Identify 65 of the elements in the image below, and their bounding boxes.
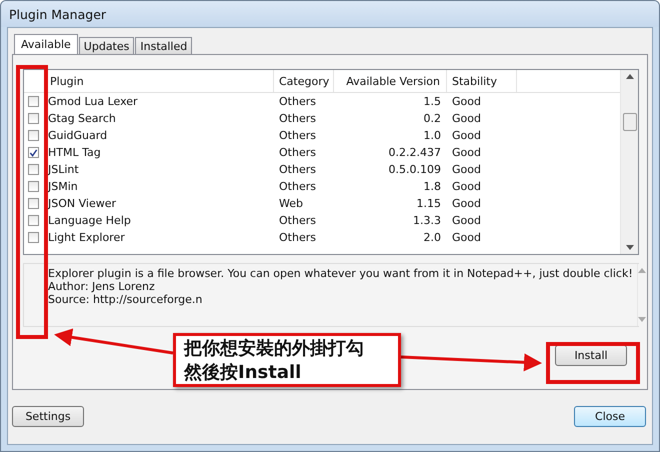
plugin-name: GuidGuard [48,129,108,142]
checkbox[interactable] [28,232,39,243]
description-line: Author: Jens Lorenz [48,280,155,293]
scroll-down-icon[interactable] [626,245,634,250]
table-cell-text: Good [451,146,482,159]
table-cell-text: Good [451,163,482,176]
plugin-name: Gtag Search [48,112,116,125]
table-cell-text: 0.2 [422,112,442,125]
table-cell-text: 1.0 [422,129,442,142]
checkbox[interactable] [28,181,39,192]
plugin-name: Language Help [48,214,131,227]
checkbox[interactable] [28,215,39,226]
table-cell-text: 0.2.2.437 [388,146,442,159]
plugin-name: Light Explorer [48,231,125,244]
scroll-thumb[interactable] [622,113,636,131]
plugin-name: JSON Viewer [48,197,116,210]
column-header[interactable]: Available Version [334,70,447,92]
table-cell-text: Good [451,180,482,193]
table-cell-text: 2.0 [422,231,442,244]
description-line: Source: http://sourceforge.n [48,293,202,306]
table-cell-text: Good [451,197,482,210]
settings-button[interactable]: Settings [12,406,84,427]
table-cell-text: Others [278,146,317,159]
checkbox[interactable] [28,96,39,107]
close-button[interactable]: Close [574,406,646,427]
checkbox[interactable] [28,130,39,141]
plugin-name: Gmod Lua Lexer [48,95,138,108]
table-cell-text: Good [451,231,482,244]
table-cell-text: Others [278,129,317,142]
checkbox[interactable] [28,164,39,175]
table-cell-text: Others [278,95,317,108]
description-line: Explorer plugin is a file browser. You can open whatever you want from it in Notepad++, just double click! [48,267,633,280]
window-title: Plugin Manager [9,6,106,22]
tab[interactable]: Installed [135,37,192,54]
scrollbar[interactable] [620,70,638,254]
callout-text: 把你想安裝的外掛打勾 [184,337,365,361]
tab[interactable]: Available [14,34,78,54]
table-cell-text: Web [278,197,304,210]
table-cell-text: Others [278,180,317,193]
checkbox[interactable] [28,147,39,158]
column-header[interactable]: Category [274,70,334,92]
table-cell-text: Others [278,231,317,244]
checkbox[interactable] [28,198,39,209]
table-cell-text: Others [278,214,317,227]
plugin-name: JSLint [48,163,79,176]
table-cell-text: Others [278,112,317,125]
table-cell-text: Good [451,214,482,227]
table-cell-text: Good [451,129,482,142]
column-header[interactable]: Stability [447,70,517,92]
table-cell-text: 1.15 [416,197,442,210]
column-header[interactable]: Plugin [24,70,274,92]
install-button[interactable]: Install [555,345,627,366]
table-cell-text: Others [278,163,317,176]
tab[interactable]: Updates [78,37,134,54]
table-cell-text: Good [451,95,482,108]
table-cell-text: Good [451,112,482,125]
table-cell-text: 1.5 [422,95,442,108]
callout-text: 然後按Install [184,361,302,385]
table-cell-text: 1.8 [422,180,442,193]
plugin-name: JSMin [48,180,78,193]
checkbox[interactable] [28,113,39,124]
plugin-name: HTML Tag [48,146,101,159]
scroll-up-icon[interactable] [626,74,634,79]
table-cell-text: 0.5.0.109 [388,163,442,176]
table-cell-text: 1.3.3 [412,214,442,227]
